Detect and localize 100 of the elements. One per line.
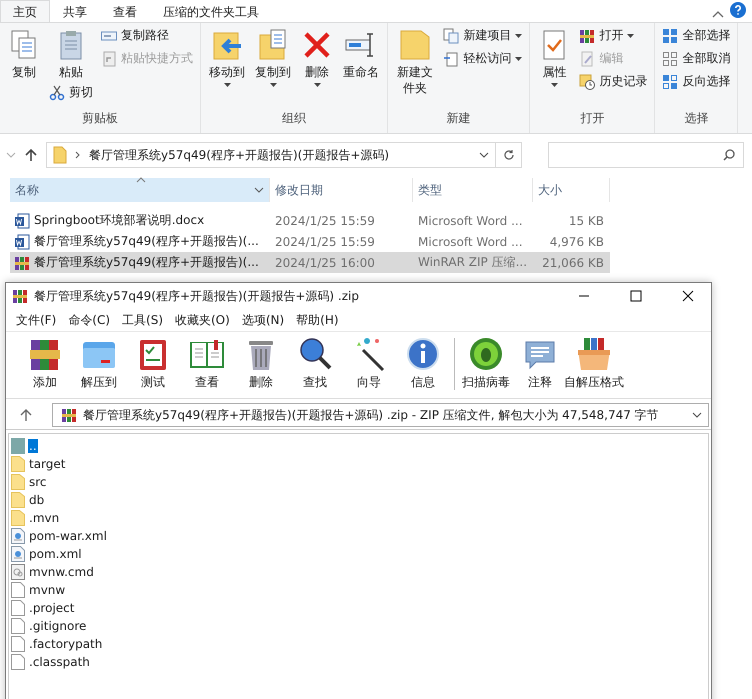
entry-name[interactable]: .. bbox=[28, 439, 38, 453]
column-header[interactable]: 大小 bbox=[533, 178, 610, 202]
history-icon bbox=[579, 74, 596, 90]
entry-name[interactable]: db bbox=[28, 493, 46, 507]
toolbar-button[interactable]: 信息 bbox=[396, 336, 450, 391]
toolbar-button[interactable]: 查找 bbox=[288, 336, 342, 391]
toolbar-button[interactable]: 添加 bbox=[18, 336, 72, 391]
group-label: 新建 bbox=[446, 110, 472, 127]
caret-icon bbox=[515, 56, 522, 60]
ribbon-button[interactable]: 复制路径 bbox=[98, 25, 196, 46]
file-row[interactable]: 餐厅管理系统y57q49(程序+开题报告)(... 2024/1/25 15:59 Microsoft Word ... 4,976 KB bbox=[10, 231, 610, 252]
search-icon bbox=[723, 149, 735, 161]
help-icon[interactable] bbox=[730, 2, 746, 18]
shortcut-icon bbox=[101, 50, 117, 66]
toolbar-button[interactable]: 删除 bbox=[234, 336, 288, 391]
toolbar-button[interactable]: 测试 bbox=[126, 336, 180, 391]
file-size: 4,976 KB bbox=[548, 234, 605, 248]
entry-name[interactable]: pom.xml bbox=[28, 547, 83, 561]
ribbon-button[interactable]: 打开 bbox=[576, 25, 650, 46]
group-label: 组织 bbox=[281, 110, 307, 127]
menu-item[interactable]: 帮助(H) bbox=[292, 312, 347, 328]
window-title: 餐厅管理系统y57q49(程序+开题报告)(开题报告+源码) .zip bbox=[34, 288, 360, 304]
group-label: 剪贴板 bbox=[81, 110, 119, 127]
entry-name[interactable]: target bbox=[28, 457, 66, 471]
select-none-icon bbox=[662, 50, 678, 66]
toolbar-button[interactable]: 注释 bbox=[513, 336, 567, 391]
xml-file-icon bbox=[11, 546, 25, 562]
ribbon-button[interactable]: 复制 bbox=[4, 25, 44, 80]
toolbar-button[interactable]: 自解压格式 bbox=[567, 336, 621, 391]
entry-name[interactable]: .factorypath bbox=[28, 637, 104, 651]
file-date: 2024/1/25 15:59 bbox=[274, 214, 376, 228]
ribbon-button[interactable]: 粘贴 bbox=[46, 25, 96, 80]
ribbon-button[interactable]: 属性 bbox=[534, 25, 574, 87]
entry-name[interactable]: src bbox=[28, 475, 48, 489]
ribbon-button[interactable]: 轻松访问 bbox=[440, 48, 526, 69]
address-bar[interactable]: 餐厅管理系统y57q49(程序+开题报告)(开题报告+源码) bbox=[46, 142, 496, 168]
entry-name[interactable]: .project bbox=[28, 601, 76, 615]
file-icon bbox=[11, 654, 25, 670]
ribbon-tab[interactable]: 共享 bbox=[50, 0, 100, 22]
search-field[interactable] bbox=[548, 142, 744, 168]
entry-name[interactable]: .mvn bbox=[28, 511, 60, 525]
chevron-down-icon bbox=[254, 187, 264, 193]
ribbon-tab[interactable]: 压缩的文件夹工具 bbox=[150, 0, 272, 22]
ribbon-button[interactable]: 历史记录 bbox=[576, 71, 650, 92]
caret-icon bbox=[224, 83, 230, 87]
ribbon-button[interactable]: 全部取消 bbox=[659, 48, 734, 69]
menu-item[interactable]: 收藏夹(O) bbox=[171, 312, 238, 328]
invert-selection-icon bbox=[662, 74, 678, 90]
collapse-icon[interactable] bbox=[712, 10, 724, 18]
file-name: 餐厅管理系统y57q49(程序+开题报告)(... bbox=[34, 254, 259, 271]
menu-item[interactable]: 选项(N) bbox=[238, 312, 292, 328]
up-arrow-icon[interactable] bbox=[24, 148, 38, 162]
maximize-icon[interactable] bbox=[630, 290, 642, 302]
column-header[interactable]: 修改日期 bbox=[270, 178, 413, 202]
archive-path-field[interactable]: 餐厅管理系统y57q49(程序+开题报告)(开题报告+源码) .zip - ZIP 压缩文件, 解包大小为 47,548,747 字节 bbox=[52, 403, 709, 427]
ribbon-button[interactable]: 全部选择 bbox=[659, 25, 734, 46]
toolbar-button[interactable]: 向导 bbox=[342, 336, 396, 391]
archive-icon bbox=[579, 28, 596, 44]
column-header[interactable]: 名称 bbox=[10, 178, 270, 202]
toolbar-button[interactable]: 查看 bbox=[180, 336, 234, 391]
entry-name[interactable]: pom-war.xml bbox=[28, 529, 108, 543]
folder-icon bbox=[11, 456, 25, 472]
ribbon-button[interactable]: 新建文件夹 bbox=[392, 25, 438, 96]
caret-icon bbox=[627, 34, 634, 38]
chevron-down-icon[interactable] bbox=[479, 152, 489, 158]
file-icon bbox=[11, 582, 25, 598]
menu-item[interactable]: 命令(C) bbox=[64, 312, 118, 328]
entry-name[interactable]: mvnw.cmd bbox=[28, 565, 95, 579]
file-row[interactable]: Springboot环境部署说明.docx 2024/1/25 15:59 Microsoft Word ... 15 KB bbox=[10, 210, 610, 231]
entry-name[interactable]: .gitignore bbox=[28, 619, 88, 633]
column-header[interactable]: 类型 bbox=[413, 178, 533, 202]
ribbon-button[interactable]: 复制到 bbox=[251, 25, 295, 87]
ribbon-button[interactable]: 剪切 bbox=[46, 82, 96, 103]
ribbon-tab[interactable]: 主页 bbox=[0, 0, 50, 22]
up-arrow-icon[interactable] bbox=[20, 408, 32, 422]
address-path: 餐厅管理系统y57q49(程序+开题报告)(开题报告+源码) bbox=[89, 146, 390, 164]
ribbon-button[interactable]: 移动到 bbox=[205, 25, 249, 87]
folder-icon bbox=[53, 146, 67, 164]
word-document-icon bbox=[14, 234, 30, 250]
file-date: 2024/1/25 15:59 bbox=[274, 234, 376, 248]
sort-caret-icon bbox=[136, 177, 146, 183]
menu-item[interactable]: 文件(F) bbox=[12, 312, 64, 328]
archive-icon bbox=[61, 407, 77, 423]
chevron-down-icon bbox=[692, 412, 702, 418]
entry-name[interactable]: mvnw bbox=[28, 583, 66, 597]
entry-name[interactable]: .classpath bbox=[28, 655, 91, 669]
refresh-button[interactable] bbox=[496, 142, 522, 168]
ribbon-button[interactable]: 新建项目 bbox=[440, 25, 526, 46]
ribbon-button[interactable]: 删除 bbox=[297, 25, 337, 87]
close-icon[interactable] bbox=[682, 290, 694, 302]
ribbon-tab[interactable]: 查看 bbox=[100, 0, 150, 22]
file-type: Microsoft Word ... bbox=[417, 214, 524, 228]
edit-icon bbox=[579, 50, 596, 66]
toolbar-button[interactable]: 解压到 bbox=[72, 336, 126, 391]
toolbar-button[interactable]: 扫描病毒 bbox=[459, 336, 513, 391]
file-icon bbox=[11, 618, 25, 634]
ribbon-button[interactable]: 重命名 bbox=[339, 25, 383, 80]
menu-item[interactable]: 工具(S) bbox=[118, 312, 171, 328]
ribbon-button[interactable]: 反向选择 bbox=[659, 71, 734, 92]
file-row[interactable]: 餐厅管理系统y57q49(程序+开题报告)(... 2024/1/25 16:00 WinRAR ZIP 压缩... 21,066 KB bbox=[10, 252, 610, 273]
